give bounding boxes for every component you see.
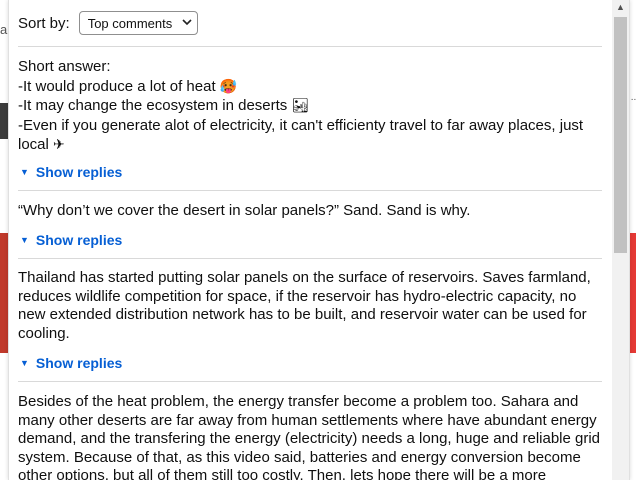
background-text-fragment: a [0, 22, 8, 37]
scrollbar[interactable]: ▲ [612, 0, 629, 480]
comment-line: -Even if you generate alot of electricit… [18, 116, 584, 134]
comment-item: “Why don’t we cover the desert in solar … [18, 191, 602, 259]
show-replies-button[interactable]: ▼ Show replies [18, 355, 602, 371]
scrollbar-thumb[interactable] [614, 17, 627, 253]
chevron-down-icon [182, 17, 192, 29]
triangle-down-icon: ▼ [20, 235, 29, 245]
background-page-left: a [0, 0, 8, 480]
comment-text: Short answer: -It would produce a lot of… [18, 57, 602, 155]
triangle-down-icon: ▼ [20, 166, 29, 177]
show-replies-label: Show replies [35, 355, 123, 371]
show-replies-button[interactable]: ▼ Show replies [18, 164, 602, 180]
desert-icon: 🏜 [291, 97, 310, 113]
hot-face-icon: 🥵 [219, 77, 238, 94]
show-replies-button[interactable]: ▼ Show replies [18, 232, 602, 248]
sort-dropdown[interactable]: Top comments [78, 11, 198, 35]
background-thumbnail-strip [0, 233, 8, 353]
background-thumbnail-strip [0, 103, 8, 139]
comments-content: Sort by: Top comments Short answer: -It … [18, 0, 602, 480]
sort-label: Sort by: [18, 14, 70, 32]
comment-item: Thailand has started putting solar panel… [18, 259, 602, 382]
scroll-up-arrow-icon[interactable]: ▲ [612, 2, 629, 16]
show-replies-label: Show replies [35, 163, 123, 180]
comment-text: “Why don’t we cover the desert in solar … [18, 201, 471, 219]
comment-line: local [18, 136, 49, 153]
comment-item: Short answer: -It would produce a lot of… [18, 47, 602, 191]
comment-item: Besides of the heat problem, the energy … [18, 382, 602, 480]
triangle-down-icon: ▼ [20, 358, 29, 368]
airplane-icon: ✈ [53, 136, 65, 152]
comment-text: Besides of the heat problem, the energy … [18, 393, 605, 480]
comment-text: Thailand has started putting solar panel… [18, 269, 595, 342]
comment-line: Short answer: [18, 58, 111, 75]
comment-line: -It would produce a lot of heat [18, 77, 216, 95]
comments-panel: Sort by: Top comments Short answer: -It … [8, 0, 630, 480]
sort-selected-value: Top comments [87, 15, 173, 31]
show-replies-label: Show replies [35, 232, 123, 248]
sort-row: Sort by: Top comments [18, 0, 602, 47]
comment-line: -It may change the ecosystem in deserts [18, 97, 288, 114]
